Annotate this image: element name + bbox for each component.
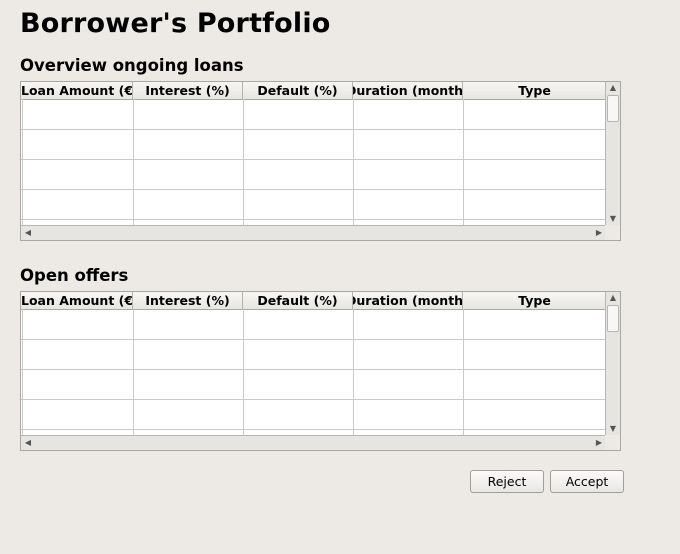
scroll-up-arrow-icon[interactable]: ▲ — [607, 83, 619, 93]
column-header-label: Interest (%) — [145, 83, 230, 98]
ongoing-loans-heading: Overview ongoing loans — [20, 56, 244, 75]
scroll-down-arrow-icon[interactable]: ▼ — [607, 424, 619, 434]
open-offers-heading: Open offers — [20, 266, 129, 285]
accept-button[interactable]: Accept — [550, 470, 624, 493]
column-header-label: Loan Amount (€) — [21, 293, 133, 308]
grid-line — [21, 189, 606, 190]
column-header-label: Duration (months) — [353, 83, 463, 98]
open-offers-header: Loan Amount (€) Interest (%) Default (%)… — [21, 292, 606, 310]
scroll-right-arrow-icon[interactable]: ▶ — [593, 438, 605, 448]
column-header-duration[interactable]: Duration (months) — [353, 292, 463, 309]
column-header-default[interactable]: Default (%) — [243, 292, 353, 309]
grid-line — [22, 309, 23, 436]
scroll-right-arrow-icon[interactable]: ▶ — [593, 228, 605, 238]
column-header-loan-amount[interactable]: Loan Amount (€) — [21, 292, 133, 309]
grid-line — [21, 129, 606, 130]
column-header-type[interactable]: Type — [463, 292, 606, 309]
grid-line — [133, 99, 134, 226]
column-header-label: Type — [518, 83, 551, 98]
grid-line — [21, 369, 606, 370]
column-header-label: Interest (%) — [145, 293, 230, 308]
vertical-scrollbar[interactable]: ▲ ▼ — [605, 82, 620, 226]
column-header-label: Default (%) — [257, 83, 338, 98]
open-offers-table[interactable]: Loan Amount (€) Interest (%) Default (%)… — [20, 291, 621, 451]
column-header-label: Loan Amount (€) — [21, 83, 133, 98]
grid-line — [243, 309, 244, 436]
horizontal-scrollbar[interactable]: ◀ ▶ — [21, 225, 606, 240]
scroll-corner — [605, 225, 620, 240]
grid-line — [133, 309, 134, 436]
column-header-label: Duration (months) — [353, 293, 463, 308]
vertical-scrollbar[interactable]: ▲ ▼ — [605, 292, 620, 436]
horizontal-scrollbar[interactable]: ◀ ▶ — [21, 435, 606, 450]
grid-line — [21, 219, 606, 220]
grid-line — [21, 159, 606, 160]
ongoing-loans-table[interactable]: Loan Amount (€) Interest (%) Default (%)… — [20, 81, 621, 241]
column-header-label: Default (%) — [257, 293, 338, 308]
grid-line — [353, 99, 354, 226]
scroll-down-arrow-icon[interactable]: ▼ — [607, 214, 619, 224]
scroll-left-arrow-icon[interactable]: ◀ — [22, 228, 34, 238]
grid-line — [21, 399, 606, 400]
vertical-scroll-thumb[interactable] — [607, 305, 619, 332]
ongoing-loans-header: Loan Amount (€) Interest (%) Default (%)… — [21, 82, 606, 100]
scroll-corner — [605, 435, 620, 450]
grid-line — [21, 429, 606, 430]
reject-button[interactable]: Reject — [470, 470, 544, 493]
grid-line — [22, 99, 23, 226]
open-offers-viewport[interactable]: Loan Amount (€) Interest (%) Default (%)… — [21, 292, 606, 436]
scroll-up-arrow-icon[interactable]: ▲ — [607, 293, 619, 303]
ongoing-loans-viewport[interactable]: Loan Amount (€) Interest (%) Default (%)… — [21, 82, 606, 226]
grid-line — [21, 339, 606, 340]
column-header-type[interactable]: Type — [463, 82, 606, 99]
column-header-interest[interactable]: Interest (%) — [133, 82, 243, 99]
grid-line — [463, 99, 464, 226]
grid-line — [463, 309, 464, 436]
scroll-left-arrow-icon[interactable]: ◀ — [22, 438, 34, 448]
grid-line — [353, 309, 354, 436]
column-header-default[interactable]: Default (%) — [243, 82, 353, 99]
page-title: Borrower's Portfolio — [20, 8, 331, 39]
grid-line — [243, 99, 244, 226]
column-header-duration[interactable]: Duration (months) — [353, 82, 463, 99]
column-header-interest[interactable]: Interest (%) — [133, 292, 243, 309]
column-header-loan-amount[interactable]: Loan Amount (€) — [21, 82, 133, 99]
column-header-label: Type — [518, 293, 551, 308]
vertical-scroll-thumb[interactable] — [607, 95, 619, 122]
